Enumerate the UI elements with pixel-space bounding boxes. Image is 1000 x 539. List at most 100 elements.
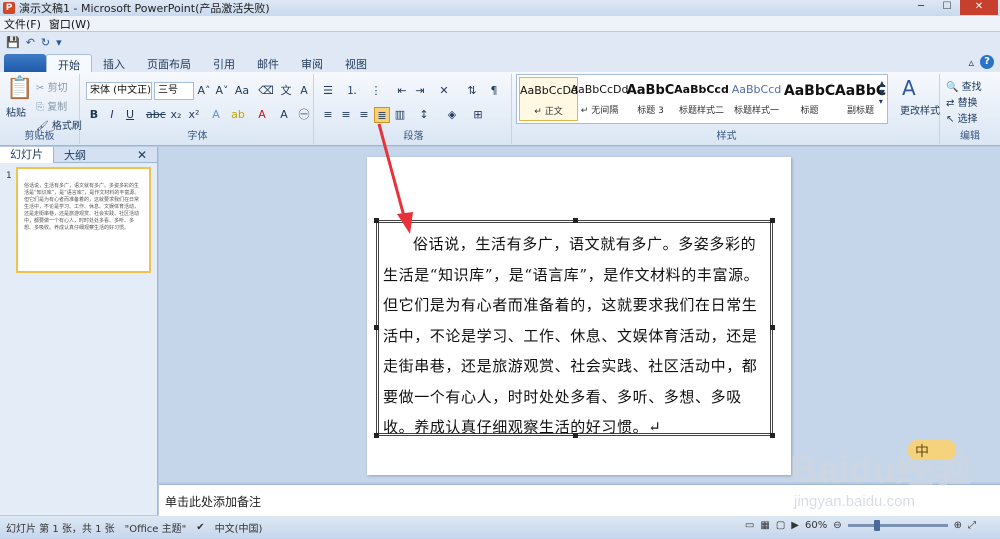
language[interactable]: 中文(中国) [215,520,263,535]
select-button[interactable]: ↖ 选择 [946,110,978,125]
undo-icon[interactable]: ↶ [26,36,35,49]
close-pane-icon[interactable]: ✕ [127,148,157,162]
editing-label: 编辑 [960,131,980,142]
borders-icon[interactable]: ⊞ [470,107,486,123]
font-color-icon[interactable]: A [254,107,270,123]
show-marks-icon[interactable]: ¶ [486,83,502,99]
style-title1-sample: AaBbCcd [731,83,782,96]
slideshow-icon[interactable]: ▶ [791,520,799,531]
grow-font-icon[interactable]: A˄ [196,83,212,99]
replace-button[interactable]: ⇄ 替换 [946,94,978,109]
decrease-indent-icon[interactable]: ⇤ [394,83,410,99]
style-title1[interactable]: AaBbCcd 标题样式一 [727,77,786,121]
increase-indent-icon[interactable]: ⇥ [412,83,428,99]
change-styles-button[interactable]: 更改样式 [900,102,940,117]
align-right-icon[interactable]: ≡ [356,107,372,123]
copy-button[interactable]: ⎘ 复制 [36,98,67,113]
slide-canvas: 俗话说，生活有多广，语文就有多广。多姿多彩的生活是“知识库”，是“语言库”，是作… [159,147,1000,482]
tab-mailings[interactable]: 邮件 [246,54,290,72]
font-size-combo[interactable]: 三号 [154,82,194,100]
align-left-icon[interactable]: ≡ [320,107,336,123]
gallery-scroll-icon[interactable]: ▲ ▼ ▾ [879,79,885,106]
normal-view-icon[interactable]: ▭ [745,520,754,531]
find-label: 查找 [961,82,982,93]
title-bar: P 演示文稿1 - Microsoft PowerPoint(产品激活失败) ─… [0,0,1000,16]
char-border-icon[interactable]: A [296,83,312,99]
shading-icon[interactable]: ◈ [444,107,460,123]
tab-review[interactable]: 审阅 [290,54,334,72]
slide-body-text[interactable]: 俗话说，生活有多广，语文就有多广。多姿多彩的生活是“知识库”，是“语言库”，是作… [383,229,771,443]
distributed-icon[interactable]: ▥ [392,107,408,123]
strikethrough-icon[interactable]: abc [146,107,166,123]
find-button[interactable]: 🔍 查找 [946,78,982,93]
spellcheck-icon[interactable]: ✔ [196,522,204,533]
resize-handle[interactable] [374,325,379,330]
collapse-ribbon-icon[interactable]: ▵ [968,56,974,69]
tab-file[interactable] [4,54,46,72]
style-title2[interactable]: AaBbCcd 标题样式二 [672,77,731,121]
underline-icon[interactable]: U [122,107,138,123]
close-button[interactable]: ✕ [960,0,998,15]
cut-button[interactable]: ✂ 剪切 [36,79,68,94]
text-effects-icon[interactable]: A [208,107,224,123]
phonetic-guide-icon[interactable]: 文 [278,83,294,99]
numbering-icon[interactable]: ⒈ [344,83,360,99]
slide-thumbnail[interactable]: 俗话说，生活有多广，语文就有多广。多姿多彩的生活是“知识库”，是“语言库”，是作… [16,167,151,273]
save-icon[interactable]: 💾 [6,36,20,49]
subscript-icon[interactable]: x₂ [168,107,184,123]
clipboard-label: 剪贴板 [24,131,55,142]
font-name-combo[interactable]: 宋体 (中文正) [86,82,152,100]
zoom-level[interactable]: 60% [805,520,827,531]
align-center-icon[interactable]: ≡ [338,107,354,123]
maximize-button[interactable]: ☐ [934,0,960,15]
menu-window[interactable]: 窗口(W) [45,16,94,32]
change-case-icon[interactable]: Aa [234,83,250,99]
chinese-layout-icon[interactable]: ✕ [436,83,452,99]
menu-file[interactable]: 文件(F) [0,16,45,32]
notes-pane[interactable]: 单击此处添加备注 [159,484,1000,516]
tab-slides[interactable]: 幻灯片 [0,146,54,163]
sort-icon[interactable]: ⇅ [464,83,480,99]
tab-insert[interactable]: 插入 [92,54,136,72]
highlight-icon[interactable]: ab [230,107,246,123]
enclosed-char-icon[interactable]: ㊀ [296,107,312,123]
paste-icon[interactable]: 📋 [6,76,33,101]
paste-button[interactable]: 粘贴 [6,104,26,119]
tab-references[interactable]: 引用 [202,54,246,72]
slide-number: 1 [6,171,12,181]
thumbnail-text: 俗话说，生活有多广，语文就有多广。多姿多彩的生活是“知识库”，是“语言库”，是作… [24,183,140,231]
change-styles-icon[interactable]: A [902,76,916,100]
clear-format-icon[interactable]: ⌫ [258,83,274,99]
minimize-button[interactable]: ─ [908,0,934,15]
bullets-icon[interactable]: ☰ [320,83,336,99]
resize-handle[interactable] [573,218,578,223]
sorter-view-icon[interactable]: ▦ [760,520,769,531]
styles-label: 样式 [716,131,737,142]
shrink-font-icon[interactable]: A˅ [214,83,230,99]
reading-view-icon[interactable]: ▢ [776,520,785,531]
customize-qat-icon[interactable]: ▾ [56,36,62,49]
justify-icon[interactable]: ≣ [374,107,390,123]
superscript-icon[interactable]: x² [186,107,202,123]
zoom-out-icon[interactable]: ⊖ [833,520,841,531]
resize-handle[interactable] [374,433,379,438]
multilevel-list-icon[interactable]: ⋮ [368,83,384,99]
zoom-in-icon[interactable]: ⊕ [954,520,962,531]
slide[interactable]: 俗话说，生活有多广，语文就有多广。多姿多彩的生活是“知识库”，是“语言库”，是作… [367,157,791,475]
zoom-slider[interactable] [847,520,948,531]
char-shading-icon[interactable]: A [276,107,292,123]
help-icon[interactable]: ? [980,55,994,69]
italic-icon[interactable]: I [104,107,120,123]
tab-outline[interactable]: 大纲 [54,147,96,163]
zoom-slider-thumb[interactable] [873,520,880,531]
text-box[interactable]: 俗话说，生活有多广，语文就有多广。多姿多彩的生活是“知识库”，是“语言库”，是作… [374,218,775,438]
fit-window-icon[interactable]: ⤢ [968,520,976,531]
redo-icon[interactable]: ↻ [41,36,50,49]
resize-handle[interactable] [374,218,379,223]
tab-home[interactable]: 开始 [46,54,92,72]
tab-view[interactable]: 视图 [334,54,378,72]
line-spacing-icon[interactable]: ↕ [416,107,432,123]
tab-page-layout[interactable]: 页面布局 [136,54,202,72]
resize-handle[interactable] [770,218,775,223]
bold-icon[interactable]: B [86,107,102,123]
